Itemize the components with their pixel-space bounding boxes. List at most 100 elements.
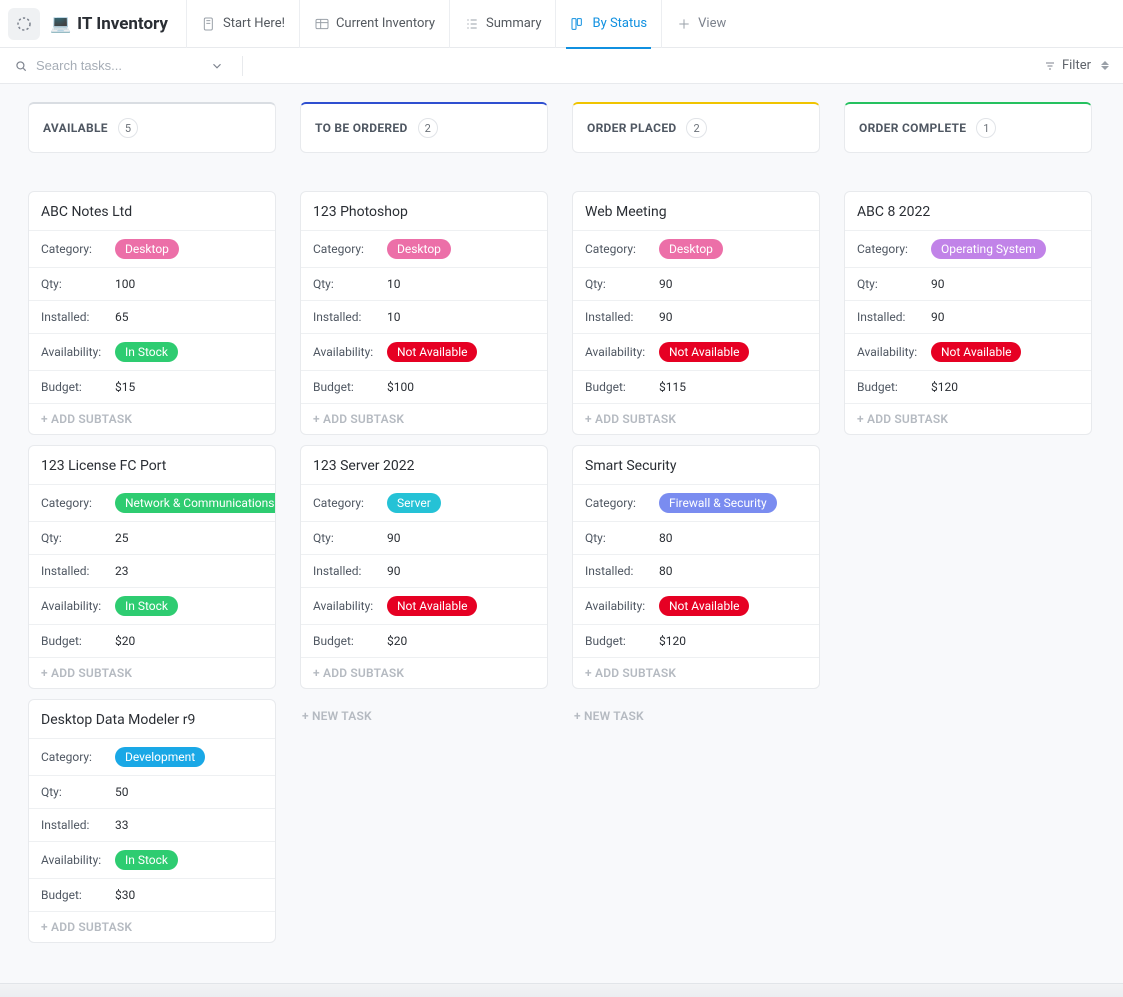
row-installed: Installed:33: [29, 808, 275, 841]
tab-by-status[interactable]: By Status: [555, 0, 661, 48]
add-subtask-button[interactable]: + ADD SUBTASK: [845, 403, 1091, 434]
chevron-down-icon[interactable]: [210, 59, 224, 73]
category-pill[interactable]: Server: [387, 493, 441, 513]
availability-pill[interactable]: Not Available: [659, 342, 749, 362]
add-subtask-button[interactable]: + ADD SUBTASK: [301, 403, 547, 434]
row-availability: Availability:Not Available: [573, 333, 819, 370]
availability-pill[interactable]: Not Available: [659, 596, 749, 616]
column-header-to-be-ordered[interactable]: TO BE ORDERED 2: [300, 102, 548, 153]
category-pill[interactable]: Development: [115, 747, 205, 767]
field-label: Availability:: [585, 599, 659, 613]
add-subtask-button[interactable]: + ADD SUBTASK: [29, 911, 275, 942]
plus-icon: [676, 16, 692, 32]
column-title: AVAILABLE: [43, 121, 108, 135]
row-installed: Installed:80: [573, 554, 819, 587]
field-label: Installed:: [313, 564, 387, 578]
row-budget: Budget:$30: [29, 878, 275, 911]
category-pill[interactable]: Desktop: [387, 239, 451, 259]
field-label: Budget:: [585, 634, 659, 648]
card[interactable]: ABC Notes Ltd Category:Desktop Qty:100 I…: [28, 191, 276, 435]
field-label: Availability:: [857, 345, 931, 359]
card[interactable]: ABC 8 2022 Category:Operating System Qty…: [844, 191, 1092, 435]
availability-pill[interactable]: In Stock: [115, 342, 178, 362]
add-subtask-button[interactable]: + ADD SUBTASK: [573, 403, 819, 434]
category-pill[interactable]: Operating System: [931, 239, 1046, 259]
row-availability: Availability:Not Available: [301, 333, 547, 370]
category-pill[interactable]: Firewall & Security: [659, 493, 777, 513]
search-box[interactable]: [14, 56, 243, 76]
toolbar: Filter: [0, 48, 1123, 84]
card-title: Web Meeting: [573, 192, 819, 230]
row-qty: Qty:90: [573, 267, 819, 300]
field-label: Installed:: [41, 564, 115, 578]
page-title[interactable]: 💻 IT Inventory: [50, 14, 168, 34]
card[interactable]: Desktop Data Modeler r9 Category:Develop…: [28, 699, 276, 943]
row-qty: Qty:100: [29, 267, 275, 300]
field-value: $15: [115, 380, 135, 394]
field-label: Qty:: [41, 785, 115, 799]
workspace-settings-button[interactable]: [8, 8, 40, 40]
row-availability: Availability:Not Available: [301, 587, 547, 624]
card[interactable]: 123 Photoshop Category:Desktop Qty:10 In…: [300, 191, 548, 435]
row-budget: Budget:$20: [301, 624, 547, 657]
field-value: $20: [115, 634, 135, 648]
column-header-available[interactable]: AVAILABLE 5: [28, 102, 276, 153]
column-header-order-complete[interactable]: ORDER COMPLETE 1: [844, 102, 1092, 153]
field-label: Qty:: [585, 277, 659, 291]
card[interactable]: 123 Server 2022 Category:Server Qty:90 I…: [300, 445, 548, 689]
row-availability: Availability:Not Available: [573, 587, 819, 624]
category-pill[interactable]: Desktop: [659, 239, 723, 259]
tab-add-view[interactable]: View: [661, 0, 740, 48]
field-label: Budget:: [313, 380, 387, 394]
field-label: Category:: [857, 242, 931, 256]
tab-label: View: [698, 16, 726, 31]
field-label: Availability:: [313, 599, 387, 613]
search-icon: [14, 59, 28, 73]
field-label: Installed:: [41, 818, 115, 832]
column-header-order-placed[interactable]: ORDER PLACED 2: [572, 102, 820, 153]
field-label: Qty:: [313, 531, 387, 545]
availability-pill[interactable]: Not Available: [931, 342, 1021, 362]
card-title: 123 Photoshop: [301, 192, 547, 230]
add-subtask-button[interactable]: + ADD SUBTASK: [573, 657, 819, 688]
row-category: Category:Development: [29, 738, 275, 775]
category-pill[interactable]: Network & Communications: [115, 493, 276, 513]
row-category: Category:Desktop: [301, 230, 547, 267]
card-title: ABC 8 2022: [845, 192, 1091, 230]
field-value: 50: [115, 785, 129, 799]
settings-loading-icon: [15, 15, 33, 33]
doc-icon: [201, 16, 217, 32]
search-input[interactable]: [36, 58, 196, 73]
sort-updown-icon[interactable]: [1101, 61, 1111, 70]
availability-pill[interactable]: In Stock: [115, 596, 178, 616]
card[interactable]: 123 License FC Port Category:Network & C…: [28, 445, 276, 689]
card[interactable]: Smart Security Category:Firewall & Secur…: [572, 445, 820, 689]
availability-pill[interactable]: Not Available: [387, 596, 477, 616]
availability-pill[interactable]: Not Available: [387, 342, 477, 362]
add-subtask-button[interactable]: + ADD SUBTASK: [301, 657, 547, 688]
field-label: Installed:: [585, 564, 659, 578]
laptop-emoji-icon: 💻: [50, 14, 71, 34]
field-value: $20: [387, 634, 407, 648]
field-value: $120: [659, 634, 686, 648]
new-task-button[interactable]: + NEW TASK: [300, 699, 548, 733]
tab-current-inventory[interactable]: Current Inventory: [299, 0, 449, 48]
tab-start-here[interactable]: Start Here!: [186, 0, 299, 48]
category-pill[interactable]: Desktop: [115, 239, 179, 259]
board-icon: [570, 16, 586, 32]
card[interactable]: Web Meeting Category:Desktop Qty:90 Inst…: [572, 191, 820, 435]
field-value: 10: [387, 277, 401, 291]
row-qty: Qty:90: [301, 521, 547, 554]
column-title: ORDER COMPLETE: [859, 121, 966, 135]
field-label: Category:: [41, 242, 115, 256]
availability-pill[interactable]: In Stock: [115, 850, 178, 870]
add-subtask-button[interactable]: + ADD SUBTASK: [29, 657, 275, 688]
new-task-button[interactable]: + NEW TASK: [572, 699, 820, 733]
field-value: 90: [659, 310, 673, 324]
add-subtask-button[interactable]: + ADD SUBTASK: [29, 403, 275, 434]
column-count: 2: [686, 118, 706, 138]
tab-summary[interactable]: Summary: [449, 0, 555, 48]
row-budget: Budget:$120: [845, 370, 1091, 403]
field-label: Installed:: [41, 310, 115, 324]
filter-button[interactable]: Filter: [1044, 58, 1123, 73]
